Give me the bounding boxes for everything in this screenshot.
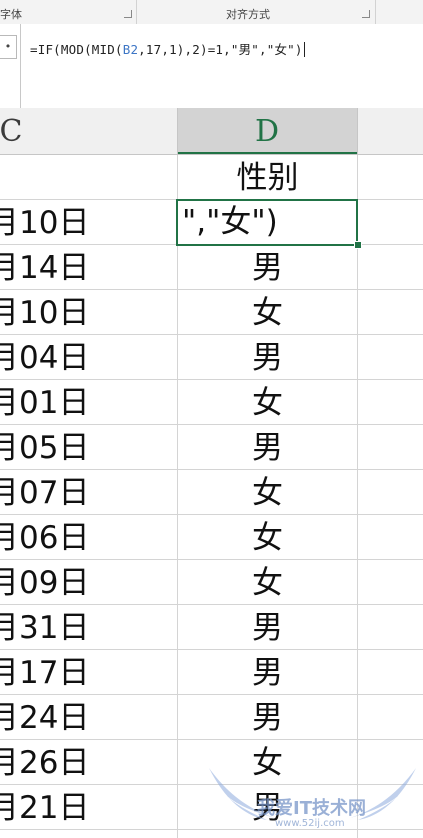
formula-bar: • =IF(MOD(MID(B2,17,1),2)=1,"男","女") (0, 24, 423, 109)
table-row: 月05日男 (0, 425, 423, 470)
cell-e[interactable] (358, 380, 423, 424)
cell-c[interactable]: 月26日 (0, 740, 168, 784)
cell-e[interactable] (358, 425, 423, 469)
cell-d[interactable]: 女 (178, 290, 357, 334)
formula-input[interactable]: =IF(MOD(MID(B2,17,1),2)=1,"男","女") (30, 39, 305, 58)
site-watermark: 我爱IT技术网 www.52ij.com (205, 760, 420, 838)
cell-c[interactable]: 月10日 (0, 290, 168, 334)
cell-d[interactable]: 男 (178, 695, 357, 739)
ribbon-group-alignment-label: 对齐方式 (226, 8, 270, 21)
cell-e[interactable] (358, 290, 423, 334)
ribbon-separator (136, 0, 137, 24)
cell-c[interactable]: 月31日 (0, 605, 168, 649)
table-row: 月07日女 (0, 470, 423, 515)
table-row: 性别 (0, 155, 423, 200)
column-header-d[interactable]: D (177, 108, 357, 154)
cell-c[interactable]: 月01日 (0, 380, 168, 424)
cell-e[interactable] (358, 335, 423, 379)
cell-c1[interactable] (0, 155, 168, 199)
active-cell-editor[interactable]: ","女") (176, 199, 358, 246)
sheet-grid: 性别 月10日 月14日男 月10日女 月04日男 月01日女 月05日男 月0… (0, 155, 423, 838)
cell-d1[interactable]: 性别 (178, 155, 357, 199)
cell-e[interactable] (358, 560, 423, 604)
cell-c[interactable]: 月21日 (0, 785, 168, 829)
column-header-e[interactable] (358, 108, 423, 154)
cell-c[interactable]: 月09日 (0, 560, 168, 604)
cell-d[interactable]: 女 (178, 380, 357, 424)
cell-c[interactable]: 月17日 (0, 650, 168, 694)
cell-d[interactable]: 女 (178, 470, 357, 514)
column-header-c[interactable]: C (0, 108, 26, 154)
cell-e[interactable] (358, 245, 423, 289)
formula-prefix: =IF(MOD(MID( (30, 42, 123, 57)
table-row: 月10日女 (0, 290, 423, 335)
table-row: 月14日男 (0, 245, 423, 290)
cell-e[interactable] (358, 650, 423, 694)
cell-d[interactable]: 男 (178, 650, 357, 694)
cell-e[interactable] (358, 470, 423, 514)
cell-d[interactable]: 女 (178, 560, 357, 604)
watermark-text: 我爱IT技术网 (257, 798, 366, 819)
cell-c[interactable]: 月24日 (0, 695, 168, 739)
cell-c[interactable]: 月04日 (0, 335, 168, 379)
table-row: 月04日男 (0, 335, 423, 380)
cell-c[interactable]: 月05日 (0, 425, 168, 469)
formula-suffix: ,17,1),2)=1,"男","女") (138, 42, 303, 57)
table-row: 月09日女 (0, 560, 423, 605)
column-divider (357, 108, 358, 154)
cell-c[interactable]: 月10日 (0, 200, 168, 244)
cell-e[interactable] (358, 515, 423, 559)
cell-e[interactable] (358, 605, 423, 649)
font-dialog-launcher-icon[interactable] (124, 10, 132, 18)
formula-bar-divider (20, 24, 21, 108)
cell-c[interactable]: 月14日 (0, 245, 168, 289)
insert-function-icon[interactable]: • (0, 35, 17, 59)
cell-e[interactable] (358, 200, 423, 244)
cell-d[interactable]: 女 (178, 515, 357, 559)
ribbon-separator (375, 0, 376, 24)
formula-cell-ref: B2 (122, 42, 139, 57)
cell-d[interactable]: 男 (178, 605, 357, 649)
cell-e[interactable] (358, 695, 423, 739)
cell-d[interactable]: 男 (178, 335, 357, 379)
table-row: 月17日男 (0, 650, 423, 695)
cell-d[interactable]: 男 (178, 245, 357, 289)
watermark-url: www.52ij.com (275, 818, 345, 829)
table-row: 月06日女 (0, 515, 423, 560)
alignment-dialog-launcher-icon[interactable] (362, 10, 370, 18)
cell-d[interactable]: 男 (178, 425, 357, 469)
table-row: 月24日男 (0, 695, 423, 740)
ribbon-group-labels: 字体 对齐方式 (0, 0, 423, 25)
table-row: 月01日女 (0, 380, 423, 425)
cell-c[interactable]: 月06日 (0, 515, 168, 559)
column-divider (177, 108, 178, 154)
text-cursor (303, 42, 305, 57)
table-row: 月31日男 (0, 605, 423, 650)
ribbon-group-font-label: 字体 (0, 8, 22, 21)
cell-c[interactable]: 月07日 (0, 470, 168, 514)
column-headers: C D (0, 108, 423, 155)
fill-handle[interactable] (354, 241, 362, 249)
cell-e1[interactable] (358, 155, 423, 199)
